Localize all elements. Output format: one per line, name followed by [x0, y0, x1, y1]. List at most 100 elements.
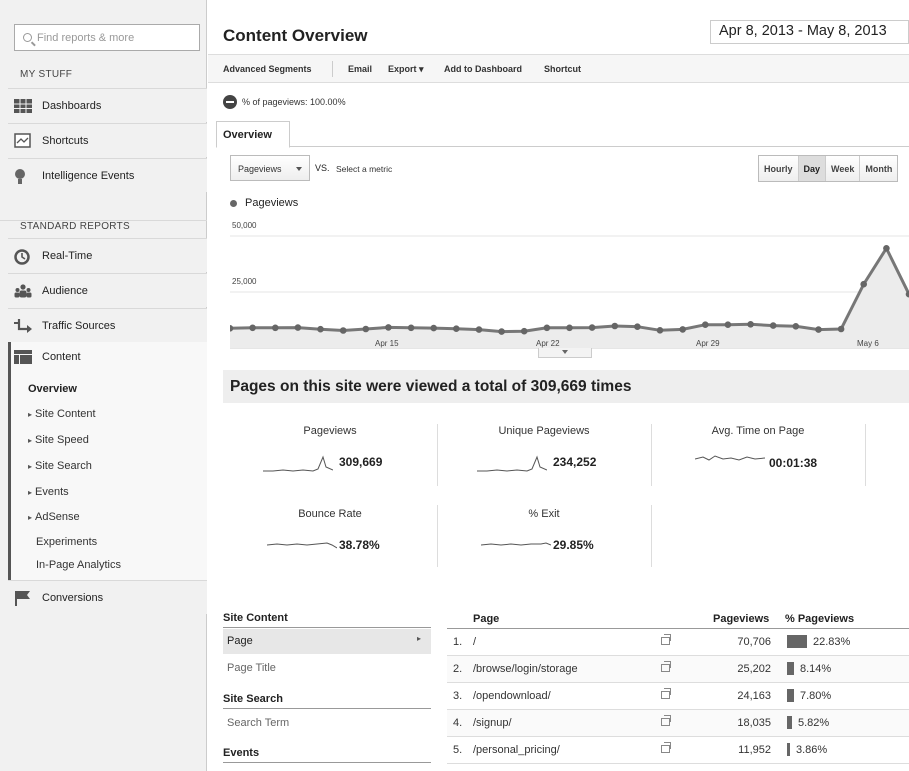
content-events-link[interactable]: Events: [28, 486, 69, 498]
row-page-link[interactable]: /browse/login/storage: [473, 663, 578, 675]
data-point[interactable]: [656, 327, 664, 334]
table-row[interactable]: 3. /opendownload/24,163 7.80%: [447, 683, 909, 710]
data-point[interactable]: [543, 324, 551, 332]
nav-dashboards[interactable]: Dashboards: [8, 88, 207, 122]
data-point[interactable]: [294, 324, 302, 331]
metric-card-avg-time[interactable]: Avg. Time on Page 00:01:38: [651, 425, 865, 497]
data-point[interactable]: [588, 324, 596, 331]
data-point[interactable]: [498, 328, 505, 335]
col-pageviews-header[interactable]: Pageviews: [713, 613, 769, 625]
content-site-search-link[interactable]: Site Search: [28, 460, 92, 472]
nav-shortcuts[interactable]: Shortcuts: [8, 123, 207, 157]
data-point[interactable]: [475, 326, 483, 333]
data-point[interactable]: [520, 327, 528, 335]
tab-overview[interactable]: Overview: [216, 121, 290, 148]
data-point[interactable]: [407, 324, 415, 332]
row-page-link[interactable]: /opendownload/: [473, 690, 551, 702]
metric-card-bounce-rate[interactable]: Bounce Rate 38.78%: [223, 508, 437, 580]
metric-card-unique-pageviews[interactable]: Unique Pageviews 234,252: [437, 425, 651, 497]
open-page-icon[interactable]: [661, 715, 671, 726]
data-point[interactable]: [566, 324, 573, 332]
content-adsense-link[interactable]: AdSense: [28, 511, 80, 523]
open-page-icon[interactable]: [661, 634, 671, 645]
table-row[interactable]: 1. / 70,706 22.83%: [447, 629, 909, 656]
col-page-header[interactable]: Page: [473, 613, 499, 625]
card-divider: [651, 505, 652, 567]
nav-realtime[interactable]: Real-Time: [8, 238, 207, 272]
data-point[interactable]: [815, 326, 822, 333]
data-point[interactable]: [837, 325, 845, 333]
pageviews-chart[interactable]: [230, 215, 909, 350]
metric-card-pageviews[interactable]: Pageviews 309,669: [223, 425, 437, 497]
table-row[interactable]: 5. /personal_pricing/11,952 3.86%: [447, 737, 909, 764]
shortcuts-icon: [14, 132, 32, 149]
data-point[interactable]: [249, 324, 256, 332]
segment-indicator[interactable]: % of pageviews: 100.00%: [223, 95, 346, 109]
open-page-icon[interactable]: [661, 661, 671, 672]
data-point[interactable]: [362, 325, 370, 333]
day-button[interactable]: Day: [798, 156, 827, 181]
table-row[interactable]: 2. /browse/login/storage 25,202 8.14%: [447, 656, 909, 683]
data-point[interactable]: [769, 322, 777, 329]
week-button[interactable]: Week: [826, 156, 861, 181]
open-page-icon[interactable]: [661, 688, 671, 699]
data-point[interactable]: [272, 324, 279, 332]
tab-bar: Overview: [216, 121, 909, 148]
content-overview-link[interactable]: Overview: [28, 383, 77, 395]
nav-intelligence-events-label: Intelligence Events: [42, 169, 135, 182]
row-page-link[interactable]: /: [473, 636, 476, 648]
data-point[interactable]: [317, 325, 324, 333]
add-to-dashboard-button[interactable]: Add to Dashboard: [444, 64, 522, 74]
email-button[interactable]: Email: [348, 64, 372, 74]
content-site-speed-link[interactable]: Site Speed: [28, 434, 89, 446]
table-row[interactable]: 4. /signup/18,035 5.82%: [447, 710, 909, 737]
content-inpage-analytics-link[interactable]: In-Page Analytics: [36, 559, 121, 571]
row-page-link[interactable]: /personal_pricing/: [473, 744, 560, 756]
export-button[interactable]: Export ▾: [388, 64, 424, 75]
dimension-search-term[interactable]: Search Term: [223, 717, 431, 729]
data-point[interactable]: [679, 326, 686, 333]
metric-dropdown[interactable]: Pageviews: [230, 155, 310, 181]
nav-audience[interactable]: Audience: [8, 273, 207, 307]
data-point[interactable]: [339, 327, 347, 334]
nav-traffic-sources[interactable]: Traffic Sources: [8, 308, 207, 342]
data-point[interactable]: [724, 321, 732, 328]
data-point[interactable]: [792, 323, 800, 330]
chart-resize-handle[interactable]: [538, 348, 592, 358]
dimension-page[interactable]: Page: [223, 629, 431, 654]
card-divider: [865, 424, 866, 486]
data-point[interactable]: [747, 321, 754, 328]
month-button[interactable]: Month: [860, 156, 897, 181]
data-point[interactable]: [883, 245, 890, 252]
open-page-icon[interactable]: [661, 742, 671, 753]
realtime-icon: [14, 248, 32, 265]
find-reports-input[interactable]: Find reports & more: [14, 24, 200, 51]
date-range-picker[interactable]: Apr 8, 2013 - May 8, 2013: [710, 20, 909, 44]
data-point[interactable]: [634, 323, 641, 330]
data-point[interactable]: [702, 321, 709, 328]
data-point[interactable]: [611, 322, 619, 330]
nav-conversions[interactable]: Conversions: [8, 580, 207, 614]
nav-traffic-sources-label: Traffic Sources: [42, 319, 116, 332]
dashboard-icon: [14, 98, 32, 114]
content-site-content-link[interactable]: Site Content: [28, 408, 96, 420]
data-point[interactable]: [453, 325, 460, 332]
dimension-page-title[interactable]: Page Title: [223, 662, 431, 674]
metric-card-exit[interactable]: % Exit 29.85%: [437, 508, 651, 580]
nav-intelligence-events[interactable]: Intelligence Events: [8, 158, 207, 192]
find-reports-placeholder: Find reports & more: [37, 31, 135, 44]
standard-reports-heading: STANDARD REPORTS: [0, 220, 207, 232]
col-pct-pageviews-header[interactable]: % Pageviews: [785, 613, 854, 625]
content-experiments-link[interactable]: Experiments: [36, 536, 97, 548]
hourly-button[interactable]: Hourly: [759, 156, 799, 181]
select-metric-link[interactable]: Select a metric: [336, 164, 392, 174]
data-point[interactable]: [430, 324, 437, 332]
advanced-segments-button[interactable]: Advanced Segments: [223, 64, 312, 74]
data-point[interactable]: [860, 280, 867, 288]
chart-legend: Pageviews: [230, 197, 298, 209]
shortcut-button[interactable]: Shortcut: [544, 64, 581, 74]
nav-content[interactable]: Content: [14, 350, 81, 364]
nav-realtime-label: Real-Time: [42, 249, 93, 262]
row-page-link[interactable]: /signup/: [473, 717, 512, 729]
data-point[interactable]: [385, 324, 392, 331]
